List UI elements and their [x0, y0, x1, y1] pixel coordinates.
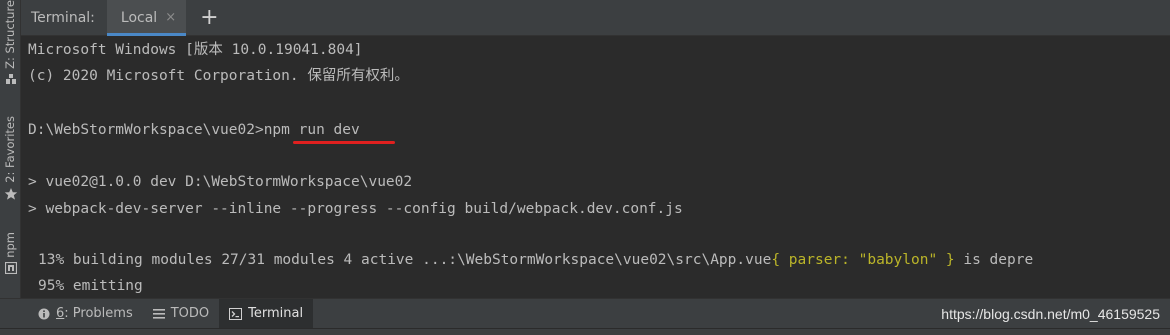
terminal-tab-label: Terminal	[248, 306, 304, 321]
status-bar	[0, 328, 1170, 335]
structure-tab-label: Z: Structure	[3, 0, 17, 69]
truncated-text: is depre	[954, 252, 1034, 268]
output-line: (c) 2020 Microsoft Corporation. 保留所有权利。	[28, 68, 409, 84]
npm-tab-label: npm	[3, 232, 17, 258]
progress-text: 13% building modules 27/31 modules 4 act…	[38, 252, 772, 268]
favorites-tab[interactable]: 2: Favorites	[0, 116, 21, 201]
todo-tab[interactable]: TODO	[143, 299, 219, 329]
output-line: 95% emitting	[38, 278, 143, 294]
favorites-tab-label: 2: Favorites	[3, 116, 17, 183]
problems-tab[interactable]: 6: Problems	[0, 299, 143, 329]
close-tab-icon[interactable]: ×	[165, 10, 176, 25]
terminal-output[interactable]: Microsoft Windows [版本 10.0.19041.804] (c…	[21, 37, 1170, 298]
problems-tab-number: 6	[56, 306, 65, 321]
new-session-button[interactable]: +	[200, 0, 218, 36]
output-line: 13% building modules 27/31 modules 4 act…	[38, 250, 1033, 270]
terminal-header: Terminal: Local × +	[21, 0, 1170, 36]
problems-tab-label: : Problems	[64, 306, 133, 321]
list-icon	[152, 308, 165, 319]
bottom-toolbar: 6: Problems TODO Terminal https://blog.c…	[0, 298, 1170, 329]
terminal-tab[interactable]: Terminal	[219, 298, 314, 329]
structure-tab[interactable]: Z: Structure	[0, 0, 21, 85]
tab-local-label: Local	[120, 9, 158, 26]
output-line: Microsoft Windows [版本 10.0.19041.804]	[28, 42, 363, 58]
red-underline-annotation	[293, 141, 395, 144]
parser-option-text: { parser: "babylon" }	[771, 252, 955, 268]
todo-tab-label: TODO	[170, 306, 210, 321]
npm-icon	[0, 261, 21, 274]
terminal-icon	[229, 307, 243, 320]
watermark-url: https://blog.csdn.net/m0_46159525	[941, 305, 1160, 322]
prompt-text: D:\WebStormWorkspace\vue02>	[28, 122, 264, 138]
ide-window: Z: Structure 2: Favorites npm Terminal: …	[0, 0, 1170, 335]
star-icon	[0, 187, 21, 201]
left-tool-strip: Z: Structure 2: Favorites npm	[0, 0, 21, 300]
output-line: > webpack-dev-server --inline --progress…	[28, 201, 683, 217]
command-line: D:\WebStormWorkspace\vue02>npm run dev	[28, 120, 360, 140]
command-text: npm run dev	[263, 122, 360, 138]
tab-local[interactable]: Local ×	[106, 0, 187, 36]
npm-tab[interactable]: npm	[0, 232, 21, 274]
structure-icon	[0, 73, 21, 85]
terminal-title: Terminal:	[31, 9, 95, 26]
info-icon	[38, 308, 50, 320]
output-line: > vue02@1.0.0 dev D:\WebStormWorkspace\v…	[28, 174, 413, 190]
